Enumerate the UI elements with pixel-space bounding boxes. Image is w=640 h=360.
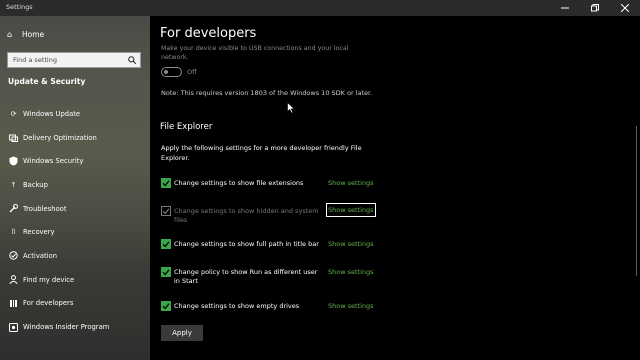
file-explorer-heading: File Explorer: [160, 122, 213, 132]
sidebar-item-label: Find my device: [23, 275, 75, 284]
restore-button[interactable]: [580, 0, 610, 16]
checkbox-full-path[interactable]: [161, 239, 171, 249]
mouse-cursor-icon: [287, 102, 295, 114]
close-icon: [621, 4, 629, 12]
sidebar-item-windows-update[interactable]: ⟳ Windows Update: [0, 102, 150, 126]
toggle-knob: [164, 69, 168, 74]
sidebar-item-windows-insider-program[interactable]: Windows Insider Program: [0, 315, 150, 339]
recovery-icon: ⌷: [11, 227, 16, 236]
checkmark-icon: [162, 303, 170, 310]
file-explorer-description: Apply the following settings for a more …: [161, 144, 362, 162]
delivery-icon: [8, 132, 19, 143]
show-settings-link[interactable]: Show settings: [328, 268, 374, 276]
checkbox-hidden-files[interactable]: [161, 206, 171, 216]
checkbox-file-extensions[interactable]: [161, 178, 171, 188]
usb-visibility-description: Make your device visible to USB connecti…: [161, 45, 349, 61]
checkbox-run-as-different-user[interactable]: [161, 267, 171, 277]
search-icon[interactable]: [124, 53, 140, 67]
sidebar-item-label: Troubleshoot: [23, 204, 67, 213]
page-title: For developers: [160, 26, 257, 41]
show-settings-link[interactable]: Show settings: [326, 203, 376, 217]
device-discovery-toggle[interactable]: [161, 67, 182, 77]
home-label: Home: [22, 30, 45, 39]
backup-icon: ↑: [10, 180, 17, 189]
checkbox-empty-drives[interactable]: [161, 301, 171, 311]
home-icon: ⌂: [7, 30, 13, 39]
show-settings-link[interactable]: Show settings: [328, 302, 374, 310]
checkmark-icon: [162, 208, 170, 215]
sidebar-item-troubleshoot[interactable]: Troubleshoot: [0, 197, 150, 221]
search-box[interactable]: Find a setting: [7, 52, 141, 68]
restore-icon: [591, 4, 599, 12]
sdk-note: Note: This requires version 1803 of the …: [161, 89, 373, 97]
setting-label: Change settings to show file extensions: [174, 178, 304, 187]
sidebar-item-windows-security[interactable]: Windows Security: [0, 149, 150, 173]
setting-label: Change settings to show empty drives: [174, 301, 300, 310]
show-settings-link[interactable]: Show settings: [328, 240, 374, 248]
person-icon: [8, 274, 19, 285]
wrench-icon: [8, 203, 19, 214]
home-link[interactable]: ⌂ Home: [7, 30, 44, 39]
sidebar-item-activation[interactable]: Activation: [0, 244, 150, 268]
show-settings-link[interactable]: Show settings: [328, 179, 374, 187]
setting-label: Change settings to show full path in tit…: [174, 239, 319, 248]
checkmark-icon: [162, 180, 170, 187]
sidebar-nav: ⟳ Windows Update Delivery Optimization W…: [0, 102, 150, 339]
sidebar-item-label: Delivery Optimization: [23, 133, 97, 142]
activation-icon: [8, 250, 19, 261]
checkmark-icon: [162, 241, 170, 248]
setting-label: Change policy to show Run as different u…: [174, 267, 318, 286]
checkmark-icon: [162, 269, 170, 276]
sidebar-item-delivery-optimization[interactable]: Delivery Optimization: [0, 126, 150, 150]
sidebar-item-label: Windows Insider Program: [23, 323, 110, 332]
sidebar-item-label: Activation: [23, 251, 58, 260]
shield-icon: [8, 156, 19, 167]
title-bar: Settings: [0, 0, 640, 16]
search-input[interactable]: Find a setting: [13, 56, 124, 64]
sidebar-item-find-my-device[interactable]: Find my device: [0, 268, 150, 292]
sidebar-item-label: Backup: [23, 180, 48, 189]
sidebar-item-label: Windows Security: [23, 157, 84, 166]
section-title: Update & Security: [8, 77, 86, 86]
close-button[interactable]: [610, 0, 640, 16]
sidebar-item-label: For developers: [23, 299, 74, 308]
sidebar-item-label: Recovery: [23, 228, 55, 237]
toggle-state-label: Off: [187, 68, 197, 76]
developer-icon: [8, 298, 19, 309]
sync-icon: ⟳: [10, 109, 17, 118]
setting-label: Change settings to show hidden and syste…: [174, 206, 319, 225]
sidebar-item-for-developers[interactable]: For developers: [0, 292, 150, 316]
sidebar-item-label: Windows Update: [23, 109, 81, 118]
sidebar-item-recovery[interactable]: ⌷ Recovery: [0, 220, 150, 244]
scrollbar[interactable]: [635, 126, 637, 276]
minimize-icon: [561, 7, 569, 9]
sidebar-item-backup[interactable]: ↑ Backup: [0, 173, 150, 197]
main-content: For developers Make your device visible …: [150, 16, 640, 360]
apply-button[interactable]: Apply: [161, 325, 203, 341]
sidebar: ⌂ Home Find a setting Update & Security …: [0, 16, 150, 360]
minimize-button[interactable]: [550, 0, 580, 16]
window-title: Settings: [6, 3, 33, 11]
insider-icon: [8, 322, 19, 333]
